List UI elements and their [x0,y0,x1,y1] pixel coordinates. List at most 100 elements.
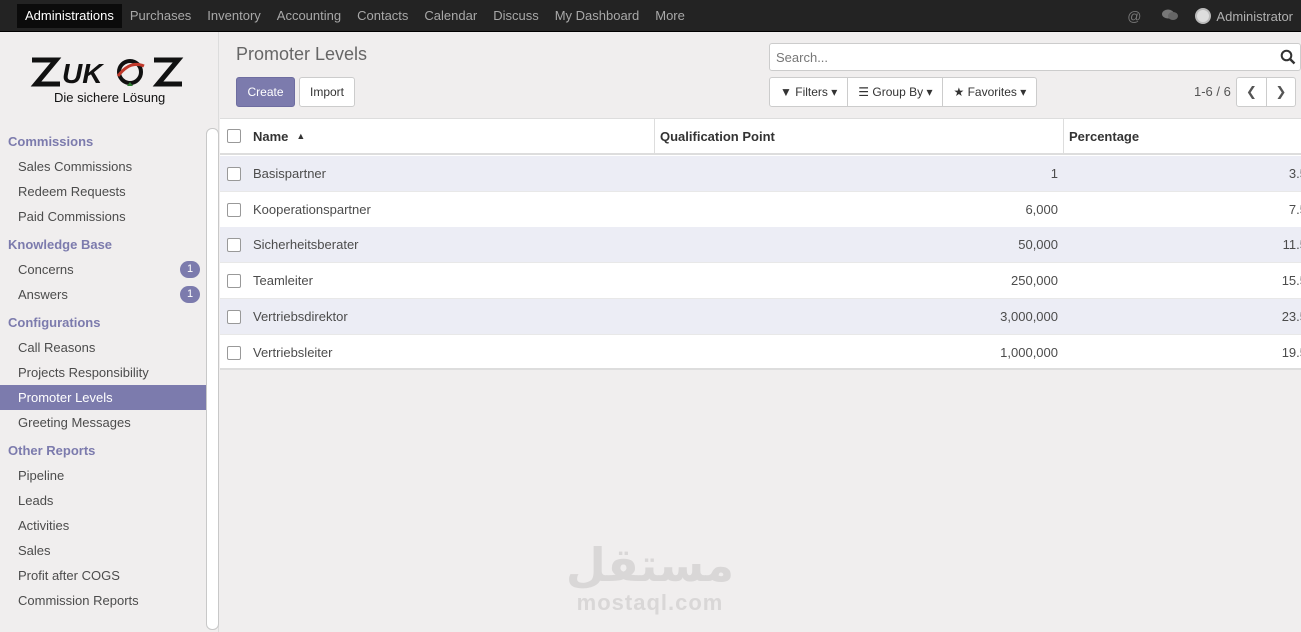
mention-icon[interactable]: @ [1127,8,1141,24]
table-row[interactable]: Sicherheitsberater 50,000 11.5 [220,227,1301,263]
import-button[interactable]: Import [299,77,355,107]
company-logo[interactable]: UK Die sichere Lösung [30,56,190,108]
caret-down-icon: ▾ [831,85,838,99]
table-row[interactable]: Vertriebsleiter 1,000,000 19.5 [220,335,1301,368]
favorites-label: Favorites [967,85,1017,99]
row-checkbox[interactable] [227,192,243,227]
cell-qualification-point: 6,000 [1025,202,1058,217]
table-row[interactable]: Teamleiter 250,000 15.5 [220,263,1301,299]
menu-inventory[interactable]: Inventory [199,4,268,28]
sidebar-item-leads[interactable]: Leads [0,488,206,513]
sidebar-item-sales[interactable]: Sales [0,538,206,563]
row-checkbox[interactable] [227,335,243,368]
cell-qualification-point: 1 [1050,166,1058,181]
sidebar-item-label: Answers [18,287,68,302]
search-bar [769,43,1301,71]
groupby-dropdown[interactable]: ☰ Group By ▾ [847,78,942,106]
filter-icon: ▼ [780,85,792,99]
star-icon: ★ [953,85,965,99]
user-avatar[interactable] [1195,8,1212,24]
sidebar-item-pipeline[interactable]: Pipeline [0,463,206,488]
cell-percentage: 15.5 [1281,273,1301,288]
cell-name: Vertriebsleiter [253,345,333,360]
row-checkbox[interactable] [227,227,243,262]
chevron-left-icon: ❮ [1246,84,1257,99]
row-checkbox[interactable] [227,299,243,334]
pager-value[interactable]: 1-6 / 6 [1194,84,1231,99]
cell-percentage: 19.5 [1281,345,1301,360]
sidebar-item-redeem-requests[interactable]: Redeem Requests [0,179,206,204]
table-row[interactable]: Kooperationspartner 6,000 7.5 [220,192,1301,228]
pager: ❮ ❯ [1236,77,1296,107]
sidebar-item-activities[interactable]: Activities [0,513,206,538]
user-name[interactable]: Administrator [1216,9,1293,24]
cell-name: Vertriebsdirektor [253,309,348,324]
row-checkbox[interactable] [227,156,243,191]
zukos-logo-mark: UK [30,57,184,88]
table-row[interactable]: Basispartner 1 3.5 [220,156,1301,192]
sidebar-item-projects-responsibility[interactable]: Projects Responsibility [0,360,206,385]
caret-down-icon: ▾ [1020,85,1027,99]
svg-text:UK: UK [62,58,104,88]
search-input[interactable] [770,44,1250,70]
sidebar-group-other-reports: Other Reports [8,443,96,458]
bars-icon: ☰ [858,85,870,99]
watermark: مستقل mostaql.com [565,540,735,616]
sidebar-group-commissions: Commissions [8,134,94,149]
row-checkbox[interactable] [227,263,243,298]
sidebar-item-greeting-messages[interactable]: Greeting Messages [0,410,206,435]
menu-my-dashboard[interactable]: My Dashboard [547,4,648,28]
cell-name: Kooperationspartner [253,202,371,217]
sidebar-scrollbar[interactable] [206,128,219,630]
watermark-latin: mostaql.com [576,590,724,615]
menu-discuss[interactable]: Discuss [485,4,547,28]
chevron-right-icon: ❯ [1275,84,1287,99]
sidebar: UK Die sichere Lösung Commissions Sales … [0,32,219,632]
column-header-qualification-point[interactable]: Qualification Point [654,119,1058,153]
sort-ascending-icon: ▲ [296,131,306,141]
column-header-percentage[interactable]: Percentage [1063,119,1301,153]
watermark-arabic: مستقل [565,539,735,591]
create-button[interactable]: Create [236,77,295,107]
menu-purchases[interactable]: Purchases [122,4,199,28]
sidebar-item-answers[interactable]: Answers 1 [0,282,206,307]
groupby-label: Group By [872,85,924,99]
sidebar-group-knowledge-base: Knowledge Base [8,237,113,252]
menu-administrations[interactable]: Administrations [17,4,122,28]
sidebar-item-concerns[interactable]: Concerns 1 [0,257,206,282]
cell-qualification-point: 1,000,000 [1000,345,1058,360]
select-all-checkbox[interactable] [227,119,243,153]
sidebar-item-commission-reports[interactable]: Commission Reports [0,588,206,613]
cell-percentage: 11.5 [1282,237,1301,252]
table-header: Name ▲ Qualification Point Percentage [220,119,1301,155]
logo-tagline: Die sichere Lösung [54,90,166,105]
menu-calendar[interactable]: Calendar [416,4,485,28]
pager-previous-button[interactable]: ❮ [1237,78,1266,106]
sidebar-item-promoter-levels[interactable]: Promoter Levels [0,385,206,410]
column-header-name[interactable]: Name ▲ [253,119,653,153]
chat-icon[interactable] [1161,8,1179,25]
sidebar-item-paid-commissions[interactable]: Paid Commissions [0,204,206,229]
filters-label: Filters [795,85,828,99]
column-label: Name [253,128,289,144]
menu-accounting[interactable]: Accounting [269,4,349,28]
table-row[interactable]: Vertriebsdirektor 3,000,000 23.5 [220,299,1301,335]
sidebar-item-call-reasons[interactable]: Call Reasons [0,335,206,360]
cell-qualification-point: 250,000 [1011,273,1058,288]
count-badge: 1 [180,286,200,303]
pager-next-button[interactable]: ❯ [1266,78,1295,106]
search-options: ▼ Filters ▾ ☰ Group By ▾ ★ Favorites ▾ [769,77,1038,107]
filters-dropdown[interactable]: ▼ Filters ▾ [770,78,847,106]
menu-more[interactable]: More [647,4,693,28]
cell-name: Teamleiter [253,273,313,288]
cell-percentage: 7.5 [1288,202,1301,217]
sidebar-group-configurations: Configurations [8,315,101,330]
count-badge: 1 [180,261,200,278]
search-icon[interactable] [1280,49,1296,65]
main-menu: Administrations Purchases Inventory Acco… [17,4,693,28]
sidebar-item-profit-after-cogs[interactable]: Profit after COGS [0,563,206,588]
caret-down-icon: ▾ [926,85,933,99]
sidebar-item-sales-commissions[interactable]: Sales Commissions [0,154,206,179]
menu-contacts[interactable]: Contacts [349,4,416,28]
favorites-dropdown[interactable]: ★ Favorites ▾ [942,78,1036,106]
